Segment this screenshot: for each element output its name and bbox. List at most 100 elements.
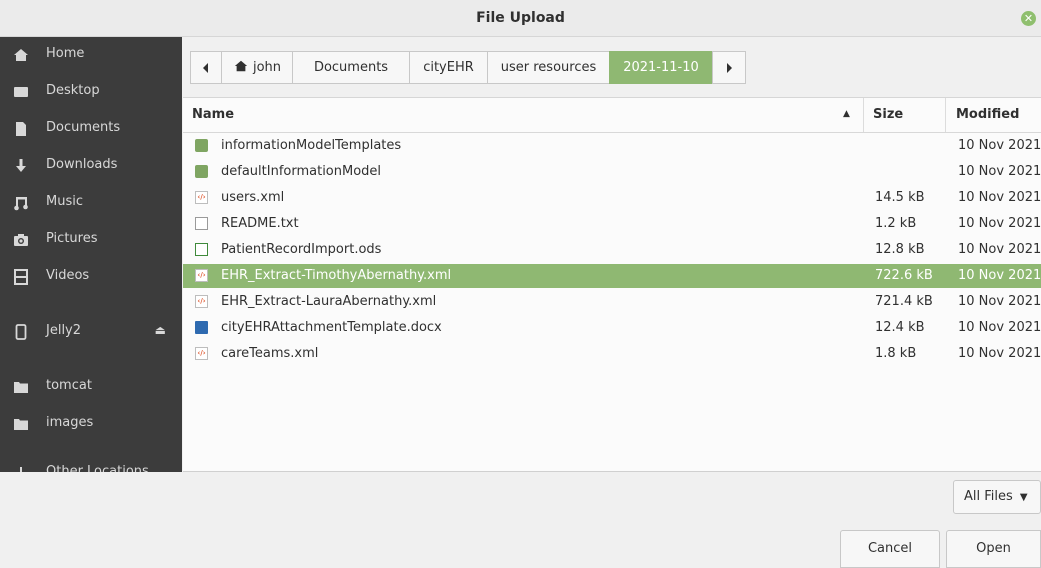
sidebar: Home Desktop Documents Downloads Music P…	[0, 37, 182, 472]
file-row[interactable]: cityEHRAttachmentTemplate.docx 12.4 kB 1…	[183, 316, 1041, 340]
eject-icon[interactable]: ⏏	[155, 323, 166, 337]
file-size: 721.4 kB	[875, 294, 933, 309]
path-segment-label: Documents	[313, 60, 389, 75]
file-row[interactable]: informationModelTemplates 10 Nov 2021	[183, 134, 1041, 158]
sidebar-item-label: Pictures	[46, 231, 98, 246]
sidebar-item-label: Jelly2	[46, 323, 82, 338]
cancel-button[interactable]: Cancel	[840, 530, 940, 568]
filter-label: All Files	[964, 489, 1013, 504]
path-segment-home[interactable]: john	[221, 51, 293, 84]
path-segment-label: cityEHR	[423, 60, 474, 75]
sidebar-item-label: tomcat	[46, 378, 92, 393]
file-name: cityEHRAttachmentTemplate.docx	[221, 320, 442, 335]
path-segment[interactable]: Documents	[292, 51, 410, 84]
xml-file-icon: ‹/›	[195, 191, 208, 204]
back-button[interactable]	[190, 51, 222, 84]
chevron-down-icon: ▼	[1019, 492, 1028, 503]
file-row[interactable]: ‹/› careTeams.xml 1.8 kB 10 Nov 2021	[183, 342, 1041, 366]
sidebar-item-other-locations[interactable]: Other Locations	[0, 455, 182, 472]
file-modified: 10 Nov 2021	[958, 216, 1041, 231]
sidebar-item-home[interactable]: Home	[0, 37, 182, 73]
sidebar-item-label: Documents	[46, 120, 121, 135]
music-icon	[14, 197, 28, 211]
sidebar-item-music[interactable]: Music	[0, 185, 182, 221]
sidebar-item-videos[interactable]: Videos	[0, 259, 182, 295]
forward-button[interactable]	[712, 51, 746, 84]
file-row[interactable]: ‹/› users.xml 14.5 kB 10 Nov 2021	[183, 186, 1041, 210]
chevron-left-icon	[203, 63, 208, 73]
file-modified: 10 Nov 2021	[958, 346, 1041, 361]
sidebar-item-label: Downloads	[46, 157, 118, 172]
file-modified: 10 Nov 2021	[958, 268, 1041, 283]
document-icon	[16, 122, 26, 136]
sidebar-item-pictures[interactable]: Pictures	[0, 222, 182, 258]
column-header-size[interactable]: Size	[873, 107, 903, 122]
open-button[interactable]: Open	[946, 530, 1041, 568]
close-icon[interactable]: ✕	[1021, 11, 1036, 26]
file-size: 12.8 kB	[875, 242, 925, 257]
file-modified: 10 Nov 2021	[958, 164, 1041, 179]
column-header-name[interactable]: Name	[192, 107, 234, 122]
sidebar-item-label: Desktop	[46, 83, 100, 98]
file-list-header: Name ▲ Size Modified	[183, 98, 1041, 133]
file-row-selected[interactable]: ‹/› EHR_Extract-TimothyAbernathy.xml 722…	[183, 264, 1041, 288]
film-icon	[14, 269, 28, 285]
spreadsheet-file-icon	[195, 243, 208, 256]
path-segment-current[interactable]: 2021-11-10	[609, 51, 713, 84]
file-size: 14.5 kB	[875, 190, 925, 205]
file-modified: 10 Nov 2021	[958, 190, 1041, 205]
xml-file-icon: ‹/›	[195, 269, 208, 282]
path-segment[interactable]: user resources	[487, 51, 610, 84]
sidebar-item-jelly2[interactable]: Jelly2 ⏏	[0, 314, 182, 350]
desktop-icon	[14, 87, 28, 97]
sidebar-item-label: Videos	[46, 268, 90, 283]
column-header-modified[interactable]: Modified	[956, 107, 1019, 122]
file-size: 1.8 kB	[875, 346, 917, 361]
folder-icon	[195, 165, 208, 178]
sidebar-item-label: images	[46, 415, 94, 430]
file-type-filter-dropdown[interactable]: All Files ▼	[953, 480, 1041, 514]
sidebar-item-documents[interactable]: Documents	[0, 111, 182, 147]
sidebar-item-images[interactable]: images	[0, 406, 182, 442]
download-icon	[16, 159, 26, 172]
sidebar-item-downloads[interactable]: Downloads	[0, 148, 182, 184]
folder-icon	[14, 382, 28, 393]
column-divider	[863, 98, 864, 132]
path-segment-label: 2021-11-10	[623, 60, 699, 75]
file-name: README.txt	[221, 216, 299, 231]
file-row[interactable]: README.txt 1.2 kB 10 Nov 2021	[183, 212, 1041, 236]
file-modified: 10 Nov 2021	[958, 242, 1041, 257]
home-icon	[234, 60, 248, 72]
path-segment[interactable]: cityEHR	[409, 51, 488, 84]
camera-icon	[14, 234, 28, 246]
sidebar-item-label: Home	[46, 46, 85, 61]
chevron-right-icon	[727, 63, 732, 73]
file-size: 12.4 kB	[875, 320, 925, 335]
home-icon	[14, 49, 28, 61]
file-name: users.xml	[221, 190, 285, 205]
title-bar: File Upload ✕	[0, 0, 1041, 37]
sidebar-item-tomcat[interactable]: tomcat	[0, 369, 182, 405]
file-row[interactable]: defaultInformationModel 10 Nov 2021	[183, 160, 1041, 184]
file-modified: 10 Nov 2021	[958, 294, 1041, 309]
phone-icon	[15, 324, 27, 340]
sidebar-item-desktop[interactable]: Desktop	[0, 74, 182, 110]
file-modified: 10 Nov 2021	[958, 138, 1041, 153]
word-document-icon	[195, 321, 208, 334]
column-divider	[945, 98, 946, 132]
path-bar: john Documents cityEHR user resources 20…	[190, 51, 746, 84]
file-modified: 10 Nov 2021	[958, 320, 1041, 335]
path-segment-label: john	[252, 60, 282, 75]
file-name: defaultInformationModel	[221, 164, 382, 179]
file-name: careTeams.xml	[221, 346, 319, 361]
file-name: informationModelTemplates	[221, 138, 402, 153]
folder-icon	[195, 139, 208, 152]
file-row[interactable]: ‹/› EHR_Extract-LauraAbernathy.xml 721.4…	[183, 290, 1041, 314]
file-name: EHR_Extract-LauraAbernathy.xml	[221, 294, 437, 309]
plus-icon	[20, 467, 22, 472]
sort-ascending-icon: ▲	[843, 109, 850, 119]
xml-file-icon: ‹/›	[195, 347, 208, 360]
file-row[interactable]: PatientRecordImport.ods 12.8 kB 10 Nov 2…	[183, 238, 1041, 262]
file-list[interactable]: Name ▲ Size Modified informationModelTem…	[183, 97, 1041, 472]
text-file-icon	[195, 217, 208, 230]
